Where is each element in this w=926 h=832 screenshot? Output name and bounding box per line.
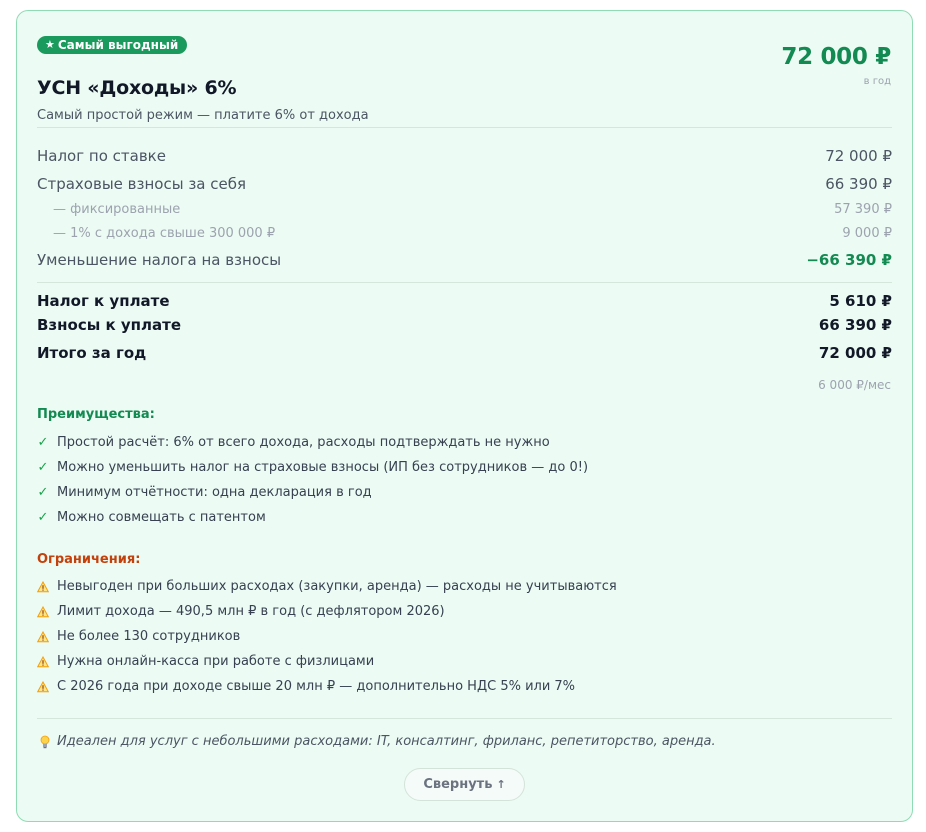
- badge-label: Самый выгодный: [57, 38, 179, 52]
- limitation-text: Лимит дохода — 490,5 млн ₽ в год (с дефл…: [57, 604, 445, 619]
- limitations-heading: Ограничения:: [37, 552, 141, 567]
- breakdown-row-insurance: Страховые взносы за себя 66 390 ₽: [37, 175, 892, 193]
- total-row-year: Итого за год 72 000 ₽: [37, 344, 892, 362]
- advantage-text: Можно уменьшить налог на страховые взнос…: [57, 460, 589, 475]
- advantage-item: ✓ Простой расчёт: 6% от всего дохода, ра…: [37, 435, 550, 450]
- breakdown-label: — фиксированные: [53, 202, 181, 217]
- regime-subtitle: Самый простой режим — платите 6% от дохо…: [37, 108, 369, 123]
- total-label: Налог к уплате: [37, 292, 170, 310]
- tip-note: Идеален для услуг с небольшими расходами…: [39, 734, 716, 749]
- limitation-text: Невыгоден при больших расходах (закупки,…: [57, 579, 617, 594]
- best-choice-badge: ★ Самый выгодный: [37, 36, 188, 54]
- limitation-item: Невыгоден при больших расходах (закупки,…: [37, 579, 617, 594]
- tax-regime-card: ★ Самый выгодный УСН «Доходы» 6% Самый п…: [16, 10, 913, 822]
- advantage-text: Можно совмещать с патентом: [57, 510, 266, 525]
- breakdown-row-tax-rate: Налог по ставке 72 000 ₽: [37, 147, 892, 165]
- divider: [37, 282, 892, 283]
- advantage-text: Простой расчёт: 6% от всего дохода, расх…: [57, 435, 550, 450]
- breakdown-row-fixed: — фиксированные 57 390 ₽: [37, 202, 892, 217]
- price-period: в год: [863, 76, 891, 87]
- warning-icon: [37, 655, 49, 667]
- divider: [37, 127, 892, 128]
- annual-price: 72 000 ₽: [781, 44, 891, 70]
- advantage-item: ✓ Минимум отчётности: одна декларация в …: [37, 485, 372, 500]
- arrow-up-icon: ↑: [496, 778, 506, 791]
- warning-icon: [37, 605, 49, 617]
- star-icon: ★: [45, 38, 55, 51]
- warning-icon: [37, 680, 49, 692]
- check-icon: ✓: [37, 460, 49, 475]
- breakdown-label: — 1% с дохода свыше 300 000 ₽: [53, 226, 276, 241]
- collapse-label: Свернуть: [423, 777, 493, 792]
- advantage-text: Минимум отчётности: одна декларация в го…: [57, 485, 372, 500]
- warning-icon: [37, 630, 49, 642]
- warning-icon: [37, 580, 49, 592]
- total-value: 66 390 ₽: [818, 316, 892, 334]
- breakdown-row-one-percent: — 1% с дохода свыше 300 000 ₽ 9 000 ₽: [37, 226, 892, 241]
- total-value: 72 000 ₽: [818, 344, 892, 362]
- advantages-heading: Преимущества:: [37, 407, 155, 422]
- limitation-text: Нужна онлайн-касса при работе с физлицам…: [57, 654, 375, 669]
- check-icon: ✓: [37, 510, 49, 525]
- lightbulb-icon: [40, 735, 50, 748]
- breakdown-value: −66 390 ₽: [806, 251, 892, 269]
- limitation-item: Нужна онлайн-касса при работе с физлицам…: [37, 654, 374, 669]
- breakdown-value: 9 000 ₽: [842, 226, 892, 241]
- advantage-item: ✓ Можно совмещать с патентом: [37, 510, 266, 525]
- limitation-text: Не более 130 сотрудников: [57, 629, 241, 644]
- limitation-text: С 2026 года при доходе свыше 20 млн ₽ — …: [57, 679, 576, 694]
- breakdown-value: 66 390 ₽: [825, 175, 892, 193]
- advantage-item: ✓ Можно уменьшить налог на страховые взн…: [37, 460, 588, 475]
- breakdown-label: Налог по ставке: [37, 147, 166, 165]
- divider: [37, 718, 892, 719]
- breakdown-row-reduction: Уменьшение налога на взносы −66 390 ₽: [37, 251, 892, 269]
- total-label: Взносы к уплате: [37, 316, 182, 334]
- regime-title: УСН «Доходы» 6%: [37, 77, 237, 99]
- check-icon: ✓: [37, 485, 49, 500]
- total-label: Итого за год: [37, 344, 147, 362]
- total-row-contributions: Взносы к уплате 66 390 ₽: [37, 316, 892, 334]
- breakdown-label: Уменьшение налога на взносы: [37, 251, 282, 269]
- limitation-item: Не более 130 сотрудников: [37, 629, 240, 644]
- check-icon: ✓: [37, 435, 49, 450]
- breakdown-value: 72 000 ₽: [825, 147, 892, 165]
- breakdown-value: 57 390 ₽: [834, 202, 892, 217]
- total-row-tax: Налог к уплате 5 610 ₽: [37, 292, 892, 310]
- tip-text: Идеален для услуг с небольшими расходами…: [57, 734, 716, 749]
- limitation-item: Лимит дохода — 490,5 млн ₽ в год (с дефл…: [37, 604, 445, 619]
- limitation-item: С 2026 года при доходе свыше 20 млн ₽ — …: [37, 679, 575, 694]
- monthly-amount: 6 000 ₽/мес: [818, 378, 891, 392]
- total-value: 5 610 ₽: [829, 292, 892, 310]
- breakdown-label: Страховые взносы за себя: [37, 175, 247, 193]
- collapse-button[interactable]: Свернуть ↑: [404, 768, 525, 801]
